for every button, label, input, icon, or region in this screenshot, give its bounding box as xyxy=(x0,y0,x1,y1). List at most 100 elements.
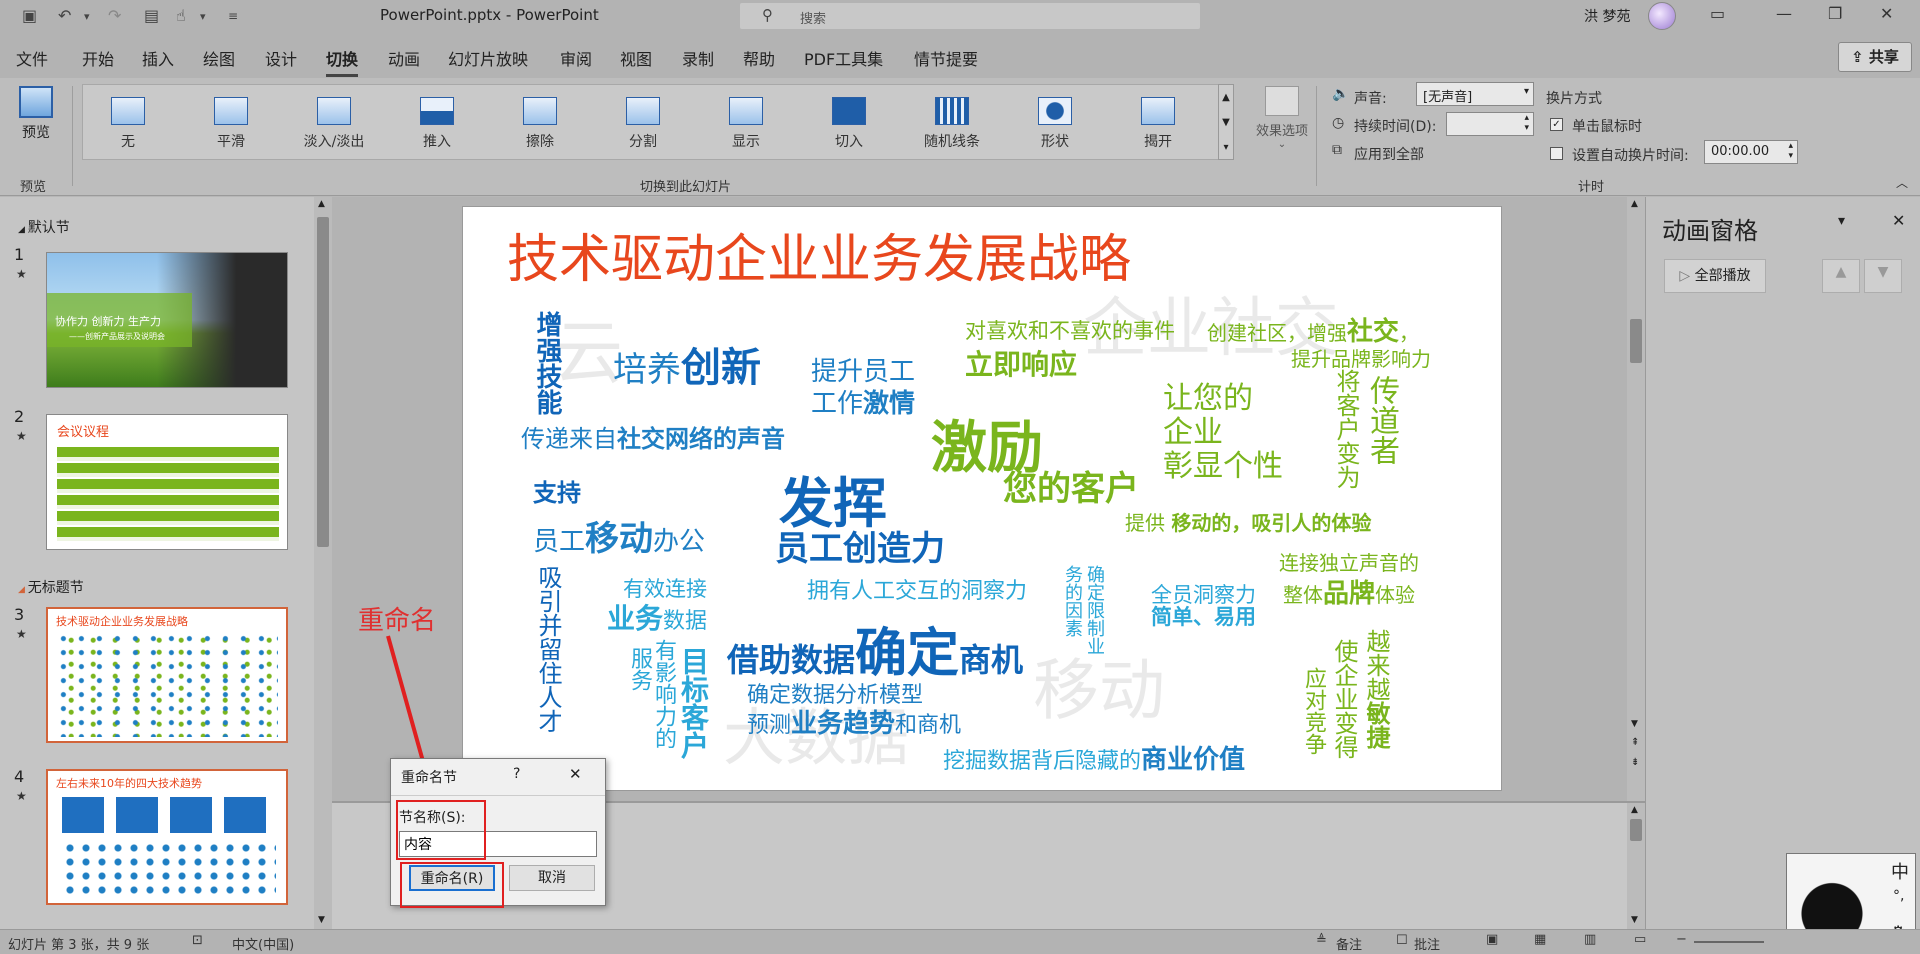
auto-after-input[interactable]: 00:00.00 ▴ ▾ xyxy=(1704,140,1798,164)
close-pane-icon[interactable]: ✕ xyxy=(1892,211,1905,230)
tab-design[interactable]: 设计 xyxy=(265,46,297,70)
pane-options-icon[interactable]: ▾ xyxy=(1838,213,1845,229)
comments-icon[interactable]: ☐ xyxy=(1396,933,1408,948)
ribbon-display-icon[interactable]: ▭ xyxy=(1710,4,1725,23)
chevron-down-icon[interactable]: ▾ xyxy=(200,10,206,23)
language-indicator[interactable]: 中文(中国) xyxy=(232,934,294,953)
scroll-thumb[interactable] xyxy=(317,217,329,547)
scroll-up-icon[interactable]: ▲ xyxy=(318,199,325,209)
sound-select[interactable]: [无声音] ▾ xyxy=(1416,82,1534,106)
scroll-up-icon[interactable]: ▲ xyxy=(1631,805,1638,815)
transition-none[interactable]: 无 xyxy=(83,91,173,151)
tab-pdf-tools[interactable]: PDF工具集 xyxy=(804,46,883,70)
scroll-down-icon[interactable]: ▼ xyxy=(1631,915,1638,925)
transition-morph[interactable]: 平滑 xyxy=(186,91,276,151)
tab-storyboard[interactable]: 情节提要 xyxy=(914,46,978,70)
redo-icon[interactable]: ↷ xyxy=(108,6,121,25)
close-icon[interactable]: ✕ xyxy=(569,765,582,783)
cancel-button[interactable]: 取消 xyxy=(509,865,595,891)
transition-push[interactable]: 推入 xyxy=(392,91,482,151)
collapse-ribbon-icon[interactable]: ︿ xyxy=(1896,174,1908,191)
slide-thumbnail-1[interactable]: 协作力 创新力 生产力 ——创新产品展示及说明会 xyxy=(46,252,288,388)
transition-shape[interactable]: 形状 xyxy=(1010,91,1100,151)
transition-fade[interactable]: 淡入/淡出 xyxy=(289,91,379,151)
effect-options-button[interactable]: 效果选项 ⌄ xyxy=(1244,86,1320,150)
touch-icon[interactable]: ☝ xyxy=(176,6,186,25)
share-button[interactable]: ⇪ 共享 xyxy=(1838,42,1912,72)
slideshow-icon[interactable]: ▭ xyxy=(1634,932,1646,947)
avatar[interactable] xyxy=(1648,2,1676,30)
apply-all-button[interactable]: 应用到全部 xyxy=(1354,144,1424,164)
reading-view-icon[interactable]: ▥ xyxy=(1584,932,1596,947)
zoom-out-icon[interactable]: − xyxy=(1676,932,1687,947)
close-icon[interactable]: ✕ xyxy=(1880,4,1893,23)
auto-after-checkbox[interactable] xyxy=(1550,147,1563,160)
tab-animations[interactable]: 动画 xyxy=(388,46,420,70)
notes-scrollbar[interactable]: ▲ ▼ xyxy=(1627,803,1645,929)
prev-slide-icon[interactable]: ⇞ xyxy=(1631,737,1639,748)
chevron-down-icon[interactable]: ▾ xyxy=(84,10,90,23)
help-icon[interactable]: ? xyxy=(513,766,520,782)
slide-thumbnail-3[interactable]: 技术驱动企业业务发展战略 xyxy=(46,607,288,743)
notes-button[interactable]: 备注 xyxy=(1336,934,1362,953)
ime-punct[interactable]: °, xyxy=(1893,888,1904,904)
transition-cut[interactable]: 切入 xyxy=(804,91,894,151)
scroll-up-icon[interactable]: ▲ xyxy=(1631,199,1638,209)
preview-button[interactable]: 预览 xyxy=(16,86,56,142)
gallery-more-icon[interactable]: ▾ xyxy=(1219,135,1233,160)
tab-transitions[interactable]: 切换 xyxy=(326,46,359,77)
slide-scrollbar[interactable]: ▲ ▼ ⇞ ⇟ xyxy=(1627,197,1645,801)
duration-input[interactable]: ▴ ▾ xyxy=(1446,112,1534,136)
transition-uncover[interactable]: 揭开 xyxy=(1113,91,1203,151)
play-all-button[interactable]: ▷ 全部播放 xyxy=(1664,259,1766,293)
user-name[interactable]: 洪 梦苑 xyxy=(1584,6,1630,26)
minimize-icon[interactable]: — xyxy=(1776,4,1792,23)
spinner-icon[interactable]: ▴ ▾ xyxy=(1788,141,1793,161)
slide-thumbnail-4[interactable]: 左右未来10年的四大技术趋势 xyxy=(46,769,288,905)
save-icon[interactable]: ▣ xyxy=(22,6,37,25)
spinner-icon[interactable]: ▴ ▾ xyxy=(1524,113,1529,133)
scroll-down-icon[interactable]: ▼ xyxy=(318,915,325,925)
customize-icon[interactable]: ≡ xyxy=(228,9,238,23)
on-click-checkbox[interactable]: ✓ xyxy=(1550,118,1563,131)
gallery-up-icon[interactable]: ▲ xyxy=(1219,85,1233,110)
zoom-slider[interactable] xyxy=(1694,941,1764,943)
accessibility-icon[interactable]: ⊡ xyxy=(192,933,203,948)
tab-home[interactable]: 开始 xyxy=(82,46,114,70)
tab-review[interactable]: 审阅 xyxy=(560,46,592,70)
presentation-icon[interactable]: ▤ xyxy=(144,6,159,25)
next-slide-icon[interactable]: ⇟ xyxy=(1631,757,1639,768)
slide-thumbnail-2[interactable]: 会议议程 xyxy=(46,414,288,550)
scroll-down-icon[interactable]: ▼ xyxy=(1631,719,1638,729)
tab-help[interactable]: 帮助 xyxy=(743,46,775,70)
search-box[interactable]: ⚲ 搜索 xyxy=(740,3,1200,29)
tab-slideshow[interactable]: 幻灯片放映 xyxy=(448,46,528,70)
notes-icon[interactable]: ≜ xyxy=(1316,933,1327,948)
scroll-thumb[interactable] xyxy=(1630,819,1642,841)
undo-icon[interactable]: ↶ xyxy=(58,6,71,25)
comments-button[interactable]: 批注 xyxy=(1414,934,1440,953)
tab-view[interactable]: 视图 xyxy=(620,46,652,70)
tab-draw[interactable]: 绘图 xyxy=(203,46,235,70)
transition-split[interactable]: 分割 xyxy=(598,91,688,151)
thumbs-scrollbar[interactable]: ▲ ▼ xyxy=(314,197,332,929)
transition-random-bars[interactable]: 随机线条 xyxy=(907,91,997,151)
restore-icon[interactable]: ❐ xyxy=(1828,4,1842,23)
ime-mode[interactable]: 中 xyxy=(1891,858,1909,884)
scroll-thumb[interactable] xyxy=(1630,319,1642,363)
section-header-untitled[interactable]: ◢ 无标题节 xyxy=(18,577,84,597)
gallery-down-icon[interactable]: ▼ xyxy=(1219,110,1233,135)
move-down-button[interactable]: ▼ xyxy=(1864,259,1902,293)
section-header-default[interactable]: ◢ 默认节 xyxy=(18,217,70,237)
gallery-scroll[interactable]: ▲ ▼ ▾ xyxy=(1218,84,1234,160)
move-up-button[interactable]: ▲ xyxy=(1822,259,1860,293)
transition-wipe[interactable]: 擦除 xyxy=(495,91,585,151)
current-slide[interactable]: 云 企业社交 移动 大数据 技术驱动企业业务发展战略 增强技能 培养创新 提升员… xyxy=(462,206,1502,791)
tab-insert[interactable]: 插入 xyxy=(142,46,174,70)
slide-sorter-icon[interactable]: ▦ xyxy=(1534,932,1546,947)
tab-record[interactable]: 录制 xyxy=(682,46,714,70)
normal-view-icon[interactable]: ▣ xyxy=(1486,932,1498,947)
transition-reveal[interactable]: 显示 xyxy=(701,91,791,151)
tab-file[interactable]: 文件 xyxy=(16,46,48,70)
highlight-box xyxy=(396,800,486,860)
